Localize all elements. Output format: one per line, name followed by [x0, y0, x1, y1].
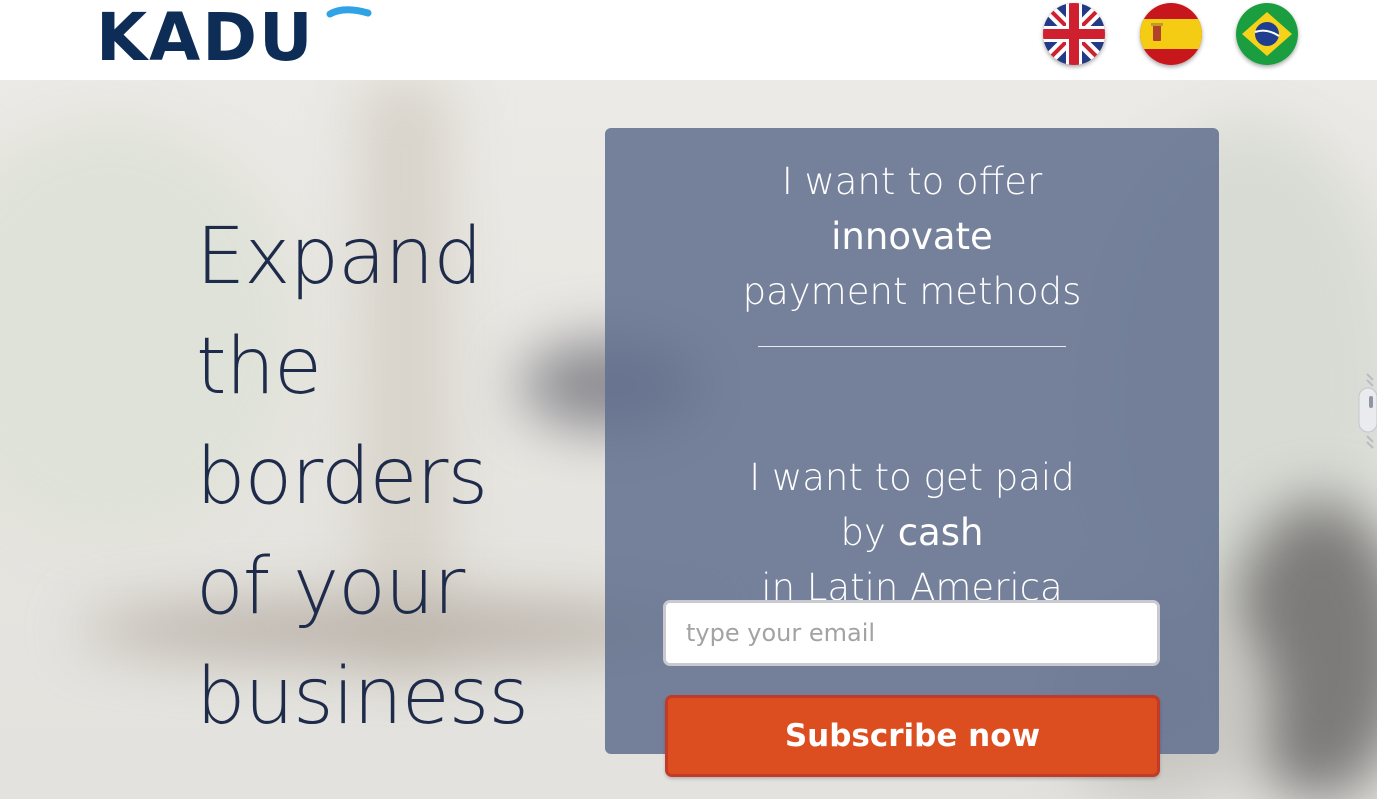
paid-emphasis: cash: [897, 511, 984, 554]
paid-line: by cash: [605, 505, 1219, 560]
divider: [758, 346, 1066, 347]
offer-line: payment methods: [742, 270, 1082, 313]
uk-flag-icon[interactable]: [1043, 3, 1105, 65]
headline-line: the: [196, 322, 322, 412]
logo-text: KADU: [96, 4, 315, 66]
scroll-handle-icon[interactable]: [1353, 370, 1377, 450]
paid-line: I want to get paid: [749, 456, 1075, 499]
site-header: KADU: [0, 0, 1377, 80]
brazil-flag-icon[interactable]: [1236, 3, 1298, 65]
headline-line: borders: [196, 432, 488, 522]
offer-text: I want to offer innovate payment methods: [605, 154, 1219, 319]
headline-line: of your: [196, 542, 465, 632]
paid-text: I want to get paid by cash in Latin Amer…: [605, 450, 1219, 615]
offer-line: I want to offer: [781, 160, 1043, 203]
headline-line: business: [196, 652, 529, 742]
email-field[interactable]: [663, 600, 1160, 666]
spain-flag-icon[interactable]: [1140, 3, 1202, 65]
subscribe-button[interactable]: Subscribe now: [665, 695, 1160, 777]
paid-prefix: by: [840, 511, 898, 554]
hero-headline: Expand the borders of your business: [196, 202, 576, 752]
kadu-logo[interactable]: KADU: [94, 4, 379, 66]
offer-line: innovate: [831, 215, 993, 258]
headline-line: Expand: [196, 212, 483, 302]
hero-section: Expand the borders of your business I wa…: [0, 80, 1377, 799]
